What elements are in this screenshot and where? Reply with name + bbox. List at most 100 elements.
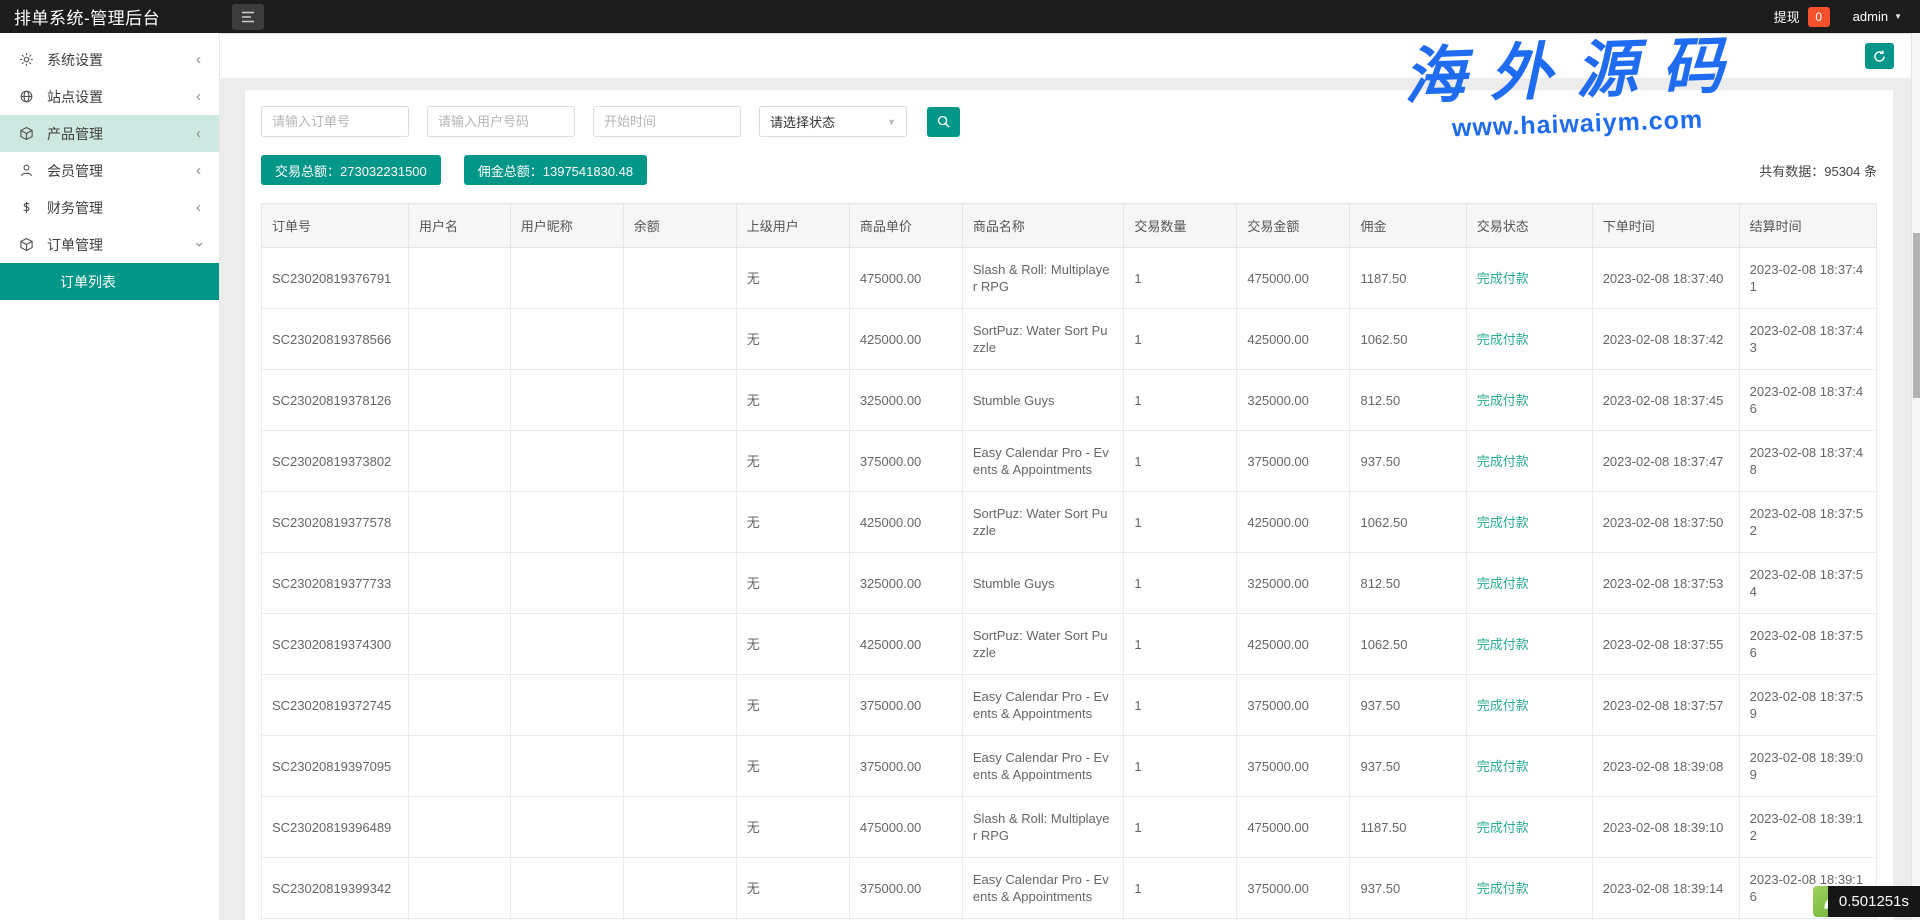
chevron-collapsed-icon: ‹ [196,52,201,67]
table-row: SC23020819376791无475000.00Slash & Roll: … [262,248,1877,309]
cell-parent-user: 无 [736,797,849,858]
chevron-collapsed-icon: ‹ [196,126,201,141]
cell-settle-time: 2023-02-08 18:37:59 [1739,675,1876,736]
cell-order-time: 2023-02-08 18:39:14 [1592,858,1739,919]
table-row: SC23020819374300无425000.00SortPuz: Water… [262,614,1877,675]
user-dropdown[interactable]: admin ▼ [1853,9,1902,24]
sidebar-item-label: 会员管理 [47,161,103,181]
table-row: SC23020819377578无425000.00SortPuz: Water… [262,492,1877,553]
withdraw-label: 提现 [1774,7,1800,26]
cell-unit-price: 475000.00 [849,797,962,858]
col-header-quantity: 交易数量 [1124,204,1237,248]
cell-product-name: Easy Calendar Pro - Events & Appointment… [962,431,1124,492]
cell-unit-price: 375000.00 [849,431,962,492]
cell-amount: 475000.00 [1237,797,1350,858]
cell-order-time: 2023-02-08 18:37:57 [1592,675,1739,736]
sidebar-item-label: 财务管理 [47,198,103,218]
sidebar-item-label: 站点设置 [47,87,103,107]
orders-table: 订单号用户名用户昵称余额上级用户商品单价商品名称交易数量交易金额佣金交易状态下单… [261,203,1877,920]
cell-quantity: 1 [1124,736,1237,797]
cell-amount: 325000.00 [1237,553,1350,614]
search-button[interactable] [927,107,960,137]
summary-bar: 交易总额：273032231500 佣金总额：1397541830.48 共有数… [261,155,1877,185]
scrollbar-thumb[interactable] [1913,233,1920,398]
username: admin [1853,9,1888,24]
cell-commission: 937.50 [1350,858,1466,919]
cell-nickname [510,431,623,492]
cell-amount: 375000.00 [1237,431,1350,492]
cell-status: 完成付款 [1466,614,1592,675]
cell-product-name: Easy Calendar Pro - Events & Appointment… [962,675,1124,736]
col-header-order-no: 订单号 [262,204,409,248]
order-no-input[interactable] [261,106,409,137]
sidebar-toggle-button[interactable] [232,4,264,30]
sidebar-item-member-manage[interactable]: 会员管理‹ [0,152,219,189]
sidebar-item-product-manage[interactable]: 产品管理 ‹ [0,115,219,152]
cell-username [408,431,510,492]
cell-commission: 1062.50 [1350,492,1466,553]
chevron-expanded-icon: ‹ [191,242,206,247]
total-count-text: 共有数据：95304 条 [1759,161,1877,180]
cell-product-name: Easy Calendar Pro - Events & Appointment… [962,858,1124,919]
cell-balance [623,248,736,309]
cell-product-name: Stumble Guys [962,553,1124,614]
cell-username [408,736,510,797]
start-time-input[interactable] [593,106,741,137]
cell-status: 完成付款 [1466,431,1592,492]
chevron-down-icon: ▼ [1894,12,1902,21]
content-area: 我的桌面基础数据×多语言内容×客服链接×银行卡类型×协议×产品列表×APP滚动×… [220,33,1920,920]
cell-product-name: Slash & Roll: Multiplayer RPG [962,248,1124,309]
cell-amount: 375000.00 [1237,736,1350,797]
cell-quantity: 1 [1124,858,1237,919]
chevron-collapsed-icon: ‹ [196,89,201,104]
cell-status: 完成付款 [1466,736,1592,797]
cell-amount: 325000.00 [1237,370,1350,431]
table-row: SC23020819397095无375000.00Easy Calendar … [262,736,1877,797]
cell-status: 完成付款 [1466,858,1592,919]
sidebar-item-finance-manage[interactable]: 财务管理‹ [0,189,219,226]
cell-order-no: SC23020819399342 [262,858,409,919]
cell-balance [623,309,736,370]
col-header-product-name: 商品名称 [962,204,1124,248]
cell-product-name: SortPuz: Water Sort Puzzle [962,614,1124,675]
sidebar-item-label: 产品管理 [47,124,103,144]
sidebar-item-label: 订单管理 [47,235,103,255]
cell-commission: 812.50 [1350,370,1466,431]
refresh-button[interactable] [1865,43,1894,69]
sidebar-item-order-manage[interactable]: 订单管理 ‹ [0,226,219,263]
col-header-unit-price: 商品单价 [849,204,962,248]
sidebar-item-system-settings[interactable]: 系统设置‹ [0,41,219,78]
cell-amount: 475000.00 [1237,248,1350,309]
person-icon [18,163,34,179]
cell-quantity: 1 [1124,309,1237,370]
cell-parent-user: 无 [736,431,849,492]
gear-icon [18,52,34,68]
cell-quantity: 1 [1124,797,1237,858]
header-right: 提现 0 admin ▼ [1774,7,1920,27]
cell-amount: 425000.00 [1237,309,1350,370]
cell-order-no: SC23020819378126 [262,370,409,431]
cell-parent-user: 无 [736,736,849,797]
user-no-input[interactable] [427,106,575,137]
cell-unit-price: 375000.00 [849,675,962,736]
status-select[interactable]: 请选择状态 ▼ [759,106,907,137]
scrollbar[interactable] [1911,33,1920,920]
sidebar-subitem-order-list[interactable]: 订单列表 [0,263,219,300]
col-header-status: 交易状态 [1466,204,1592,248]
cell-order-no: SC23020819377578 [262,492,409,553]
sidebar-item-site-settings[interactable]: 站点设置 ‹ [0,78,219,115]
withdraw-menu[interactable]: 提现 0 [1774,7,1830,27]
col-header-username: 用户名 [408,204,510,248]
cell-order-time: 2023-02-08 18:37:47 [1592,431,1739,492]
cell-username [408,675,510,736]
table-row: SC23020819373802无375000.00Easy Calendar … [262,431,1877,492]
top-header: 排单系统-管理后台 提现 0 admin ▼ [0,0,1920,33]
cube-icon [18,126,34,142]
cell-quantity: 1 [1124,553,1237,614]
cell-quantity: 1 [1124,492,1237,553]
cell-commission: 937.50 [1350,431,1466,492]
col-header-order-time: 下单时间 [1592,204,1739,248]
cell-balance [623,370,736,431]
cell-product-name: Easy Calendar Pro - Events & Appointment… [962,736,1124,797]
cell-quantity: 1 [1124,370,1237,431]
